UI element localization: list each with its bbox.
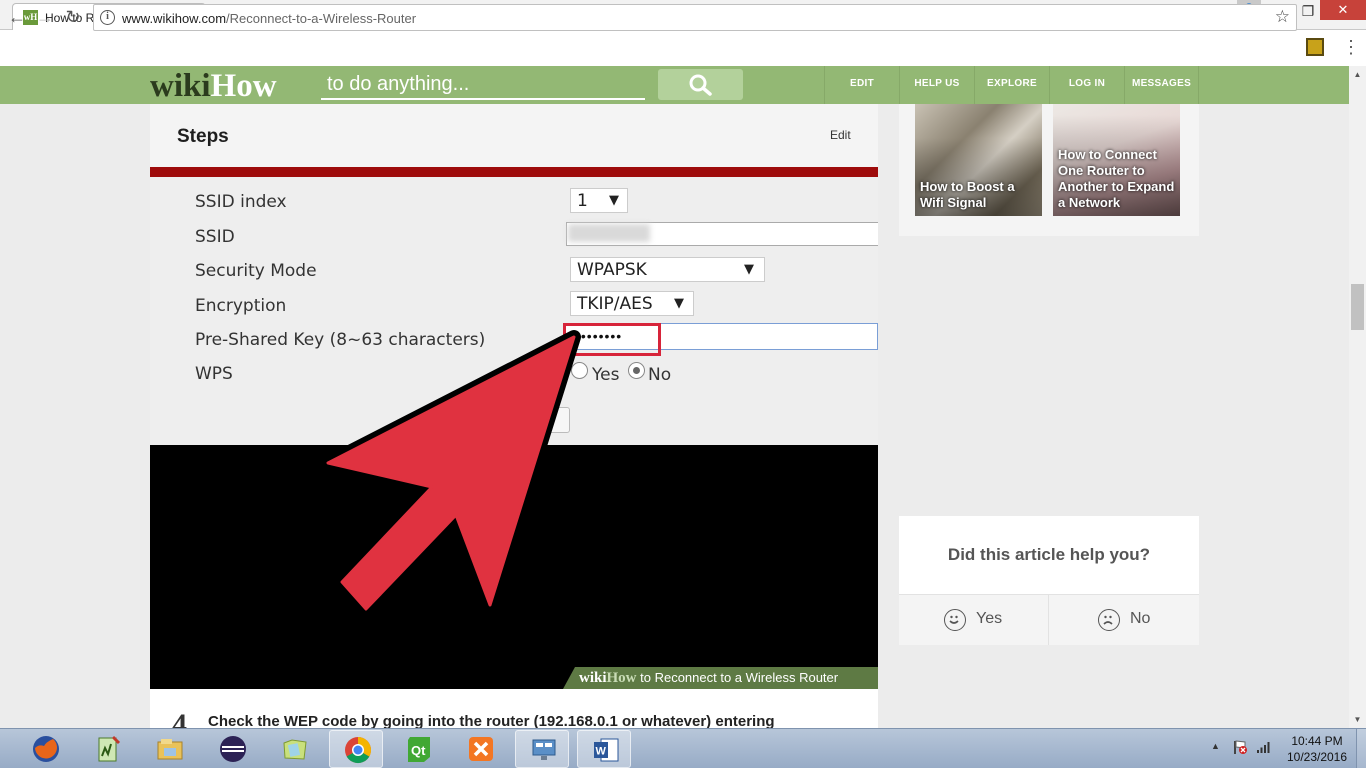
logo-how: How bbox=[210, 68, 277, 104]
nav-explore[interactable]: EXPLORE bbox=[974, 66, 1049, 104]
red-arrow-icon bbox=[321, 330, 581, 616]
firefox-icon bbox=[33, 736, 59, 762]
nav-help-us[interactable]: HELP US bbox=[899, 66, 974, 104]
svg-text:Qt: Qt bbox=[411, 743, 426, 758]
address-bar[interactable]: i www.wikihow.com/Reconnect-to-a-Wireles… bbox=[93, 4, 1297, 31]
info-icon[interactable]: i bbox=[100, 10, 115, 25]
word-icon: W bbox=[594, 738, 619, 762]
eclipse-icon bbox=[220, 736, 246, 762]
caption-logo-how: How bbox=[606, 670, 637, 686]
smile-icon bbox=[944, 609, 966, 631]
taskbar-xampp[interactable] bbox=[453, 730, 507, 768]
search-icon bbox=[689, 74, 712, 96]
file-explorer-icon bbox=[157, 739, 183, 760]
taskbar-explorer[interactable] bbox=[142, 730, 196, 768]
tray-expand-icon[interactable]: ▲ bbox=[1211, 741, 1220, 751]
url-path: /Reconnect-to-a-Wireless-Router bbox=[226, 11, 417, 26]
taskbar-eclipse[interactable] bbox=[205, 730, 259, 768]
extension-icon[interactable] bbox=[1306, 38, 1324, 56]
forward-arrow-icon[interactable]: → bbox=[33, 6, 57, 30]
folder-icon bbox=[283, 739, 307, 760]
related-article-card[interactable]: How to Boost a Wifi Signal bbox=[915, 104, 1042, 216]
image-caption: wikiHow to Reconnect to a Wireless Route… bbox=[563, 667, 878, 689]
close-window-button[interactable]: ✕ bbox=[1320, 0, 1366, 20]
caption-logo-wiki: wiki bbox=[579, 670, 607, 686]
scroll-up-icon[interactable]: ▲ bbox=[1349, 66, 1366, 83]
taskbar-folder[interactable] bbox=[267, 730, 321, 768]
section-title: Steps bbox=[177, 126, 229, 147]
restore-button[interactable]: ❐ bbox=[1294, 0, 1322, 24]
logo-wiki: wiki bbox=[150, 68, 211, 104]
helpful-no-label: No bbox=[1130, 610, 1151, 627]
browser-toolbar bbox=[0, 30, 1366, 66]
search-button[interactable] bbox=[658, 69, 743, 100]
taskbar-qt[interactable]: Qt bbox=[391, 730, 445, 768]
router-page-banner bbox=[150, 167, 878, 177]
search-input[interactable]: to do anything... bbox=[321, 72, 645, 100]
action-center-flag-icon[interactable] bbox=[1232, 739, 1248, 755]
helpful-question: Did this article help you? bbox=[947, 545, 1151, 564]
svg-text:W: W bbox=[596, 746, 607, 758]
url-domain: www.wikihow.com bbox=[122, 11, 227, 26]
show-desktop-button[interactable] bbox=[1356, 729, 1366, 768]
scrollbar-thumb[interactable] bbox=[1351, 284, 1364, 330]
taskbar-notepad[interactable] bbox=[80, 730, 134, 768]
taskbar-remote-desktop[interactable] bbox=[515, 730, 569, 768]
notepad-icon bbox=[98, 735, 121, 762]
back-arrow-icon[interactable]: ← bbox=[5, 6, 29, 30]
taskbar-word[interactable]: W bbox=[577, 730, 631, 768]
helpful-yes-button[interactable]: Yes bbox=[899, 595, 1049, 645]
nav-messages[interactable]: MESSAGES bbox=[1124, 66, 1199, 104]
scrollbar[interactable] bbox=[1349, 66, 1366, 728]
bookmark-star-icon[interactable]: ☆ bbox=[1275, 7, 1290, 27]
nav-edit[interactable]: EDIT bbox=[824, 66, 899, 104]
related-article-card[interactable]: How to Connect One Router to Another to … bbox=[1053, 104, 1180, 216]
network-signal-icon[interactable] bbox=[1256, 740, 1272, 754]
nav-log-in[interactable]: LOG IN bbox=[1049, 66, 1124, 104]
edit-link[interactable]: Edit bbox=[830, 128, 851, 142]
scroll-down-icon[interactable]: ▼ bbox=[1349, 711, 1366, 728]
related-article-title: How to Boost a Wifi Signal bbox=[920, 179, 1015, 210]
taskbar-chrome[interactable] bbox=[329, 730, 383, 768]
chrome-icon bbox=[345, 737, 372, 764]
helpful-yes-label: Yes bbox=[976, 610, 1003, 627]
xampp-icon bbox=[469, 737, 493, 761]
related-article-title: How to Connect One Router to Another to … bbox=[1058, 147, 1175, 210]
url-text: www.wikihow.com/Reconnect-to-a-Wireless-… bbox=[122, 11, 416, 26]
frown-icon bbox=[1098, 609, 1120, 631]
clock-time[interactable]: 10:44 PM bbox=[1285, 734, 1349, 748]
steps-header bbox=[150, 104, 878, 167]
taskbar-firefox[interactable] bbox=[18, 730, 72, 768]
wikihow-logo[interactable]: wikiHow bbox=[150, 68, 277, 105]
clock-date[interactable]: 10/23/2016 bbox=[1285, 750, 1349, 764]
remote-desktop-icon bbox=[532, 739, 556, 760]
qt-creator-icon: Qt bbox=[408, 737, 430, 762]
chrome-menu-icon[interactable]: ⋮ bbox=[1342, 38, 1360, 58]
caption-text: to Reconnect to a Wireless Router bbox=[636, 670, 839, 685]
reload-icon[interactable]: ↻ bbox=[61, 6, 85, 30]
helpful-no-button[interactable]: No bbox=[1050, 595, 1199, 645]
